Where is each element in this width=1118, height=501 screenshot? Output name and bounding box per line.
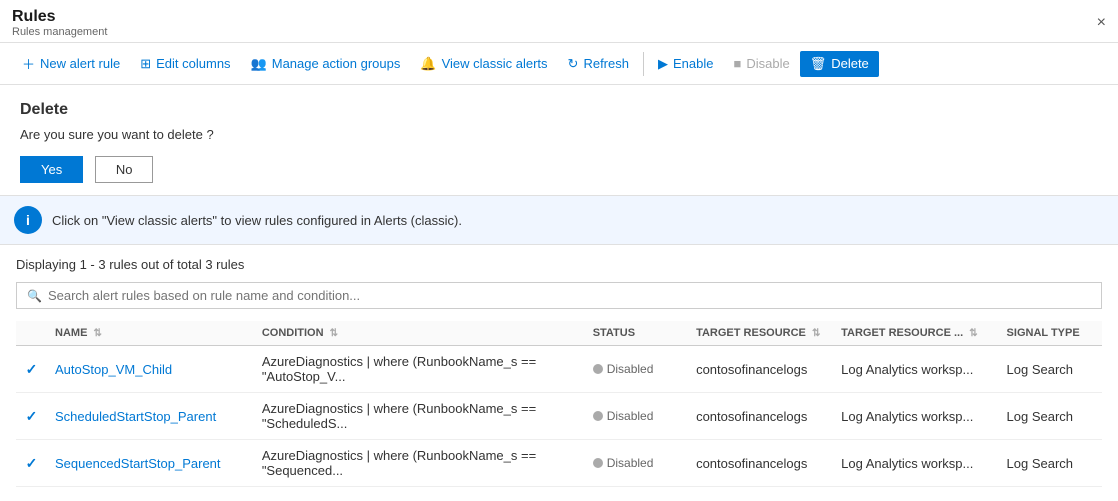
row-name-1: ScheduledStartStop_Parent bbox=[47, 393, 254, 440]
title-bar: Rules Rules management × bbox=[0, 0, 1118, 43]
search-box: 🔍 bbox=[16, 282, 1102, 309]
row-check-0[interactable]: ✓ bbox=[16, 346, 47, 393]
row-name-2: SequencedStartStop_Parent bbox=[47, 440, 254, 487]
table-row: ✓ SequencedStartStop_Parent AzureDiagnos… bbox=[16, 440, 1102, 487]
page-subtitle: Rules management bbox=[12, 26, 107, 38]
table-body: ✓ AutoStop_VM_Child AzureDiagnostics | w… bbox=[16, 346, 1102, 487]
row-target-0: contosofinancelogs bbox=[688, 346, 833, 393]
enable-button[interactable]: ▶ Enable bbox=[648, 51, 723, 77]
info-icon: i bbox=[14, 206, 42, 234]
th-target-resource-type[interactable]: TARGET RESOURCE ... ⇅ bbox=[833, 321, 998, 346]
plus-icon: ＋ bbox=[22, 54, 35, 73]
status-badge-0: Disabled bbox=[593, 362, 654, 376]
row-target-1: contosofinancelogs bbox=[688, 393, 833, 440]
table-row: ✓ AutoStop_VM_Child AzureDiagnostics | w… bbox=[16, 346, 1102, 393]
title-bar-left: Rules Rules management bbox=[12, 8, 107, 38]
checkmark-icon: ✓ bbox=[26, 361, 38, 377]
edit-columns-button[interactable]: ⊞ Edit columns bbox=[130, 51, 240, 77]
status-badge-1: Disabled bbox=[593, 409, 654, 423]
row-status-0: Disabled bbox=[585, 346, 688, 393]
info-bar: i Click on "View classic alerts" to view… bbox=[0, 196, 1118, 245]
checkmark-icon: ✓ bbox=[26, 455, 38, 471]
refresh-icon: ↻ bbox=[568, 56, 579, 72]
info-text: Click on "View classic alerts" to view r… bbox=[52, 213, 462, 228]
th-name[interactable]: NAME ⇅ bbox=[47, 321, 254, 346]
sort-icon-condition: ⇅ bbox=[330, 328, 338, 339]
rules-table: NAME ⇅ CONDITION ⇅ STATUS TARGET RESOURC… bbox=[16, 321, 1102, 487]
row-check-1[interactable]: ✓ bbox=[16, 393, 47, 440]
table-header-row: NAME ⇅ CONDITION ⇅ STATUS TARGET RESOURC… bbox=[16, 321, 1102, 346]
stop-icon: ■ bbox=[733, 56, 741, 71]
sort-icon-name: ⇅ bbox=[93, 328, 101, 339]
sort-icon-target-type: ⇅ bbox=[969, 328, 977, 339]
view-classic-alerts-button[interactable]: 🔔 View classic alerts bbox=[410, 51, 557, 77]
delete-title: Delete bbox=[20, 101, 1098, 119]
status-dot-2 bbox=[593, 458, 603, 468]
row-condition-1: AzureDiagnostics | where (RunbookName_s … bbox=[254, 393, 585, 440]
row-target-type-2: Log Analytics worksp... bbox=[833, 440, 998, 487]
row-condition-0: AzureDiagnostics | where (RunbookName_s … bbox=[254, 346, 585, 393]
th-condition[interactable]: CONDITION ⇅ bbox=[254, 321, 585, 346]
status-dot-1 bbox=[593, 411, 603, 421]
row-target-type-1: Log Analytics worksp... bbox=[833, 393, 998, 440]
row-status-2: Disabled bbox=[585, 440, 688, 487]
people-icon: 👥 bbox=[251, 56, 267, 72]
delete-panel: Delete Are you sure you want to delete ?… bbox=[0, 85, 1118, 196]
row-target-type-0: Log Analytics worksp... bbox=[833, 346, 998, 393]
rule-name-link-0[interactable]: AutoStop_VM_Child bbox=[55, 362, 172, 377]
th-signal-type[interactable]: SIGNAL TYPE bbox=[999, 321, 1102, 346]
status-badge-2: Disabled bbox=[593, 456, 654, 470]
close-button[interactable]: × bbox=[1097, 14, 1106, 32]
yes-button[interactable]: Yes bbox=[20, 156, 83, 183]
status-dot-0 bbox=[593, 364, 603, 374]
play-icon: ▶ bbox=[658, 56, 668, 72]
row-signal-2: Log Search bbox=[999, 440, 1102, 487]
rules-count: Displaying 1 - 3 rules out of total 3 ru… bbox=[16, 257, 1102, 272]
disable-button[interactable]: ■ Disable bbox=[723, 51, 799, 76]
table-row: ✓ ScheduledStartStop_Parent AzureDiagnos… bbox=[16, 393, 1102, 440]
bell-icon: 🔔 bbox=[420, 56, 436, 72]
row-name-0: AutoStop_VM_Child bbox=[47, 346, 254, 393]
th-status[interactable]: STATUS bbox=[585, 321, 688, 346]
refresh-button[interactable]: ↻ Refresh bbox=[558, 51, 639, 77]
delete-button[interactable]: 🗑 Delete bbox=[800, 51, 879, 77]
toolbar-divider bbox=[643, 52, 644, 76]
row-signal-0: Log Search bbox=[999, 346, 1102, 393]
sort-icon-target: ⇅ bbox=[812, 328, 820, 339]
th-target-resource[interactable]: TARGET RESOURCE ⇅ bbox=[688, 321, 833, 346]
no-button[interactable]: No bbox=[95, 156, 154, 183]
delete-message: Are you sure you want to delete ? bbox=[20, 127, 1098, 142]
page-title: Rules bbox=[12, 8, 107, 26]
search-input[interactable] bbox=[48, 288, 1091, 303]
rule-name-link-2[interactable]: SequencedStartStop_Parent bbox=[55, 456, 221, 471]
rule-name-link-1[interactable]: ScheduledStartStop_Parent bbox=[55, 409, 216, 424]
row-check-2[interactable]: ✓ bbox=[16, 440, 47, 487]
row-target-2: contosofinancelogs bbox=[688, 440, 833, 487]
trash-icon: 🗑 bbox=[810, 56, 827, 72]
search-icon: 🔍 bbox=[27, 289, 42, 303]
row-condition-2: AzureDiagnostics | where (RunbookName_s … bbox=[254, 440, 585, 487]
th-check bbox=[16, 321, 47, 346]
rules-section: Displaying 1 - 3 rules out of total 3 ru… bbox=[0, 245, 1118, 493]
row-status-1: Disabled bbox=[585, 393, 688, 440]
checkmark-icon: ✓ bbox=[26, 408, 38, 424]
columns-icon: ⊞ bbox=[140, 56, 151, 72]
new-alert-rule-button[interactable]: ＋ New alert rule bbox=[12, 49, 130, 78]
toolbar: ＋ New alert rule ⊞ Edit columns 👥 Manage… bbox=[0, 43, 1118, 85]
manage-action-groups-button[interactable]: 👥 Manage action groups bbox=[241, 51, 411, 77]
row-signal-1: Log Search bbox=[999, 393, 1102, 440]
